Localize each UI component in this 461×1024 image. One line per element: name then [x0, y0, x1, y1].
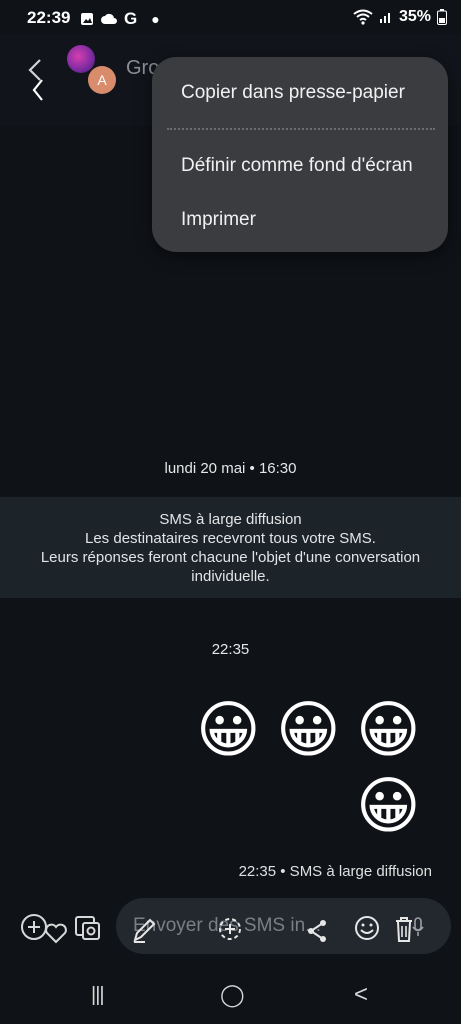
group-avatar-photo: [67, 45, 95, 73]
group-avatar-letter: A: [88, 66, 116, 94]
image-icon: [81, 13, 93, 25]
remaster-icon[interactable]: [217, 915, 245, 943]
battery-percent: 35%: [398, 8, 431, 25]
menu-item-print[interactable]: Imprimer: [181, 209, 256, 231]
back-arrow-icon[interactable]: [24, 58, 48, 104]
system-navigation-bar: ||| ◯ <: [0, 972, 461, 1024]
emoji-message[interactable]: 😀: [196, 700, 261, 762]
emoji-message[interactable]: 😀: [356, 700, 421, 762]
status-time: 22:39: [27, 8, 71, 27]
emoji-message[interactable]: 😀: [276, 700, 341, 762]
home-button[interactable]: ◯: [220, 982, 245, 1008]
battery-icon: [437, 9, 447, 25]
context-menu: Copier dans presse-papier Définir comme …: [152, 57, 448, 252]
menu-item-copy[interactable]: Copier dans presse-papier: [181, 82, 405, 104]
status-right: 35%: [353, 8, 447, 26]
time-header: 22:35: [211, 641, 250, 658]
emoji-message[interactable]: 😀: [356, 776, 421, 838]
menu-item-set-wallpaper[interactable]: Définir comme fond d'écran: [181, 155, 413, 177]
dot-icon: ●: [151, 11, 160, 27]
broadcast-line: Leurs réponses feront chacune l'objet d'…: [40, 549, 421, 566]
google-icon: G: [124, 9, 138, 28]
date-header: lundi 20 mai • 16:30: [164, 460, 297, 477]
signal-icon: [379, 13, 390, 23]
broadcast-line: Les destinataires recevront tous votre S…: [85, 530, 376, 547]
delete-icon[interactable]: [392, 914, 426, 944]
message-meta: 22:35 • SMS à large diffusion: [238, 863, 432, 880]
broadcast-notice: SMS à large diffusion Les destinataires …: [0, 497, 461, 598]
edit-icon[interactable]: [131, 916, 157, 944]
wifi-icon: [353, 9, 373, 25]
share-icon[interactable]: [305, 918, 329, 944]
cloud-icon: [101, 13, 117, 24]
status-notification-icons: G ●: [80, 9, 160, 29]
menu-divider: [167, 128, 435, 130]
emoji-icon[interactable]: [353, 914, 381, 942]
heart-icon[interactable]: [44, 922, 68, 944]
broadcast-line: individuelle.: [191, 568, 270, 585]
recents-button[interactable]: |||: [91, 984, 105, 1007]
gallery-icon[interactable]: [73, 911, 103, 941]
broadcast-title: SMS à large diffusion: [159, 511, 302, 528]
back-button[interactable]: <: [354, 981, 368, 1009]
status-bar: 22:39 G ● 35%: [0, 0, 461, 34]
